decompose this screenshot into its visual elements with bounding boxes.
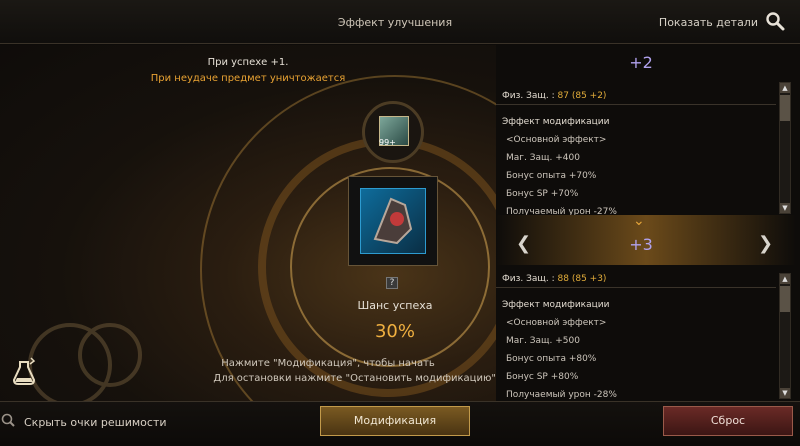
effect-row: Бонус SP +70%: [506, 189, 579, 199]
main-effect-label: <Основной эффект>: [506, 135, 607, 145]
effect-row: Бонус опыта +70%: [506, 171, 597, 181]
chevron-down-icon: ⌄: [633, 213, 645, 229]
scroll-down-icon[interactable]: ▼: [780, 203, 790, 213]
level-plus-2: +2: [629, 53, 653, 72]
scroll-up-icon[interactable]: ▲: [780, 274, 790, 284]
mod-effect-title: Эффект модификации: [502, 117, 610, 127]
potion-icon[interactable]: [10, 356, 38, 386]
stat-block-next: Физ. Защ. : 88 (85 +3) Эффект модификаци…: [496, 270, 776, 404]
pdef-row: Физ. Защ. : 88 (85 +3): [496, 270, 776, 288]
success-chance-label: Шанс успеха: [357, 299, 433, 312]
success-note: При успехе +1.: [207, 57, 289, 68]
effect-row: Бонус SP +80%: [506, 372, 579, 382]
enhancement-panel: При успехе +1. При неудаче предмет уничт…: [0, 45, 496, 401]
help-icon[interactable]: ?: [386, 277, 398, 289]
stats-scrollbar-top[interactable]: ▲ ▼: [779, 82, 791, 214]
magnifier-icon[interactable]: [764, 10, 786, 32]
scroll-thumb[interactable]: [780, 286, 790, 312]
scroll-up-icon[interactable]: ▲: [780, 83, 790, 93]
reset-button[interactable]: Сброс: [663, 406, 793, 436]
pdef-detail: (85 +3): [571, 274, 607, 284]
effect-row: Маг. Защ. +500: [506, 336, 580, 346]
mod-effect-title: Эффект модификации: [502, 300, 610, 310]
next-level-icon[interactable]: ❯: [758, 233, 773, 254]
stat-block-current: Физ. Защ. : 87 (85 +2) Эффект модификаци…: [496, 87, 776, 221]
level-plus-3: +3: [629, 235, 653, 254]
pdef-value: 88: [557, 274, 569, 284]
equipment-slot[interactable]: [348, 176, 438, 266]
pdef-detail: (85 +2): [571, 91, 607, 101]
instruction-stop: Для остановки нажмите "Остановить модифи…: [213, 373, 496, 384]
pdef-label: Физ. Защ. :: [502, 91, 555, 101]
effect-row: Маг. Защ. +400: [506, 153, 580, 163]
effect-row: Бонус опыта +80%: [506, 354, 597, 364]
pdef-label: Физ. Защ. :: [502, 274, 555, 284]
pdef-row: Физ. Защ. : 87 (85 +2): [496, 87, 776, 105]
stats-scrollbar-bottom[interactable]: ▲ ▼: [779, 273, 791, 399]
modify-button[interactable]: Модификация: [320, 406, 470, 436]
failure-warning: При неудаче предмет уничтожается: [150, 73, 346, 84]
equipment-item-icon: [360, 188, 426, 254]
header-bar: Эффект улучшения Показать детали: [0, 0, 800, 44]
scroll-down-icon[interactable]: ▼: [780, 388, 790, 398]
magnifier-toggle-icon[interactable]: [0, 412, 16, 428]
hide-resolve-points-toggle[interactable]: Скрыть очки решимости: [24, 416, 167, 429]
show-details-link[interactable]: Показать детали: [659, 16, 758, 29]
success-chance-value: 30%: [374, 321, 415, 342]
pdef-value: 87: [557, 91, 569, 101]
scroll-thumb[interactable]: [780, 95, 790, 121]
stats-preview-panel: +2 Физ. Защ. : 87 (85 +2) Эффект модифик…: [496, 45, 800, 401]
instruction-start: Нажмите "Модификация", чтобы начать: [221, 358, 435, 369]
scroll-slot[interactable]: 99+: [362, 101, 424, 163]
scroll-count: 99+: [379, 138, 396, 147]
footer-bar: Скрыть очки решимости Модификация Сброс: [0, 401, 800, 446]
main-effect-label: <Основной эффект>: [506, 318, 607, 328]
